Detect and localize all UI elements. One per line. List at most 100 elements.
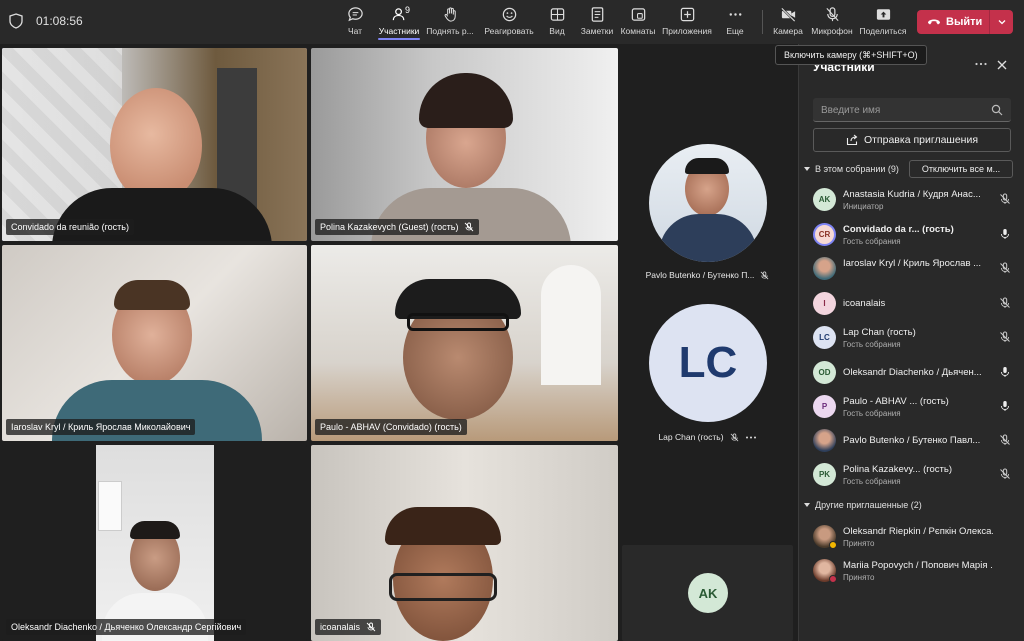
tile-name-text: Convidado da reunião (гость) <box>11 222 129 232</box>
react-button[interactable]: Реагировать <box>484 6 534 40</box>
search-icon <box>991 104 1003 116</box>
avatar-photo <box>813 257 836 280</box>
other-invitees-label: Другие приглашенные (2) <box>815 500 922 510</box>
participant-glasses <box>407 313 509 331</box>
panel-more-button[interactable] <box>974 58 988 73</box>
mic-off-icon <box>366 622 376 632</box>
participant-row[interactable]: AK Anastasia Kudria / Кудря Анас... Иниц… <box>813 183 1018 217</box>
other-invitees-section-header[interactable]: Другие приглашенные (2) <box>803 500 922 510</box>
participant-row[interactable]: CR Convidado da r... (гость) Гость собра… <box>813 218 1018 252</box>
search-input[interactable] <box>821 102 981 118</box>
microphone-button[interactable]: Микрофон <box>811 6 853 40</box>
more-options-icon[interactable] <box>745 433 757 442</box>
close-icon[interactable] <box>995 58 1009 72</box>
in-meeting-section-header[interactable]: В этом собрании (9) <box>803 164 899 174</box>
view-icon <box>550 8 564 21</box>
status-busy-icon <box>829 575 837 583</box>
participants-panel: Участники Отправка приглашения В этом со… <box>798 44 1024 641</box>
mic-off-icon <box>825 7 839 22</box>
avatar: LC <box>813 326 836 349</box>
rooms-icon <box>631 8 645 21</box>
more-button[interactable]: Еще <box>722 6 748 40</box>
participant-hair <box>130 521 180 539</box>
tile-name-text: icoanalais <box>320 622 361 632</box>
leave-label: Выйти <box>946 16 983 28</box>
participant-name: Lap Chan (гость) <box>843 327 916 338</box>
mic-off-icon <box>1000 331 1010 342</box>
lc-avatar: LC <box>649 304 767 422</box>
avatar: PK <box>813 463 836 486</box>
participant-role: Гость собрания <box>843 237 901 246</box>
mic-off-icon <box>1000 193 1010 204</box>
video-tile-icoanalais[interactable]: icoanalais <box>311 445 618 641</box>
view-label: Вид <box>549 26 565 36</box>
tile-name-text: Oleksandr Diachenko / Дьяченко Олександр… <box>11 622 242 632</box>
tile-name-label: Convidado da reunião (гость) <box>6 219 134 235</box>
side-tile-anastasia[interactable]: AK <box>622 545 793 641</box>
leave-button[interactable]: Выйти <box>917 15 989 29</box>
notes-button[interactable]: Заметки <box>580 6 614 40</box>
participant-name: icoanalais <box>843 298 886 309</box>
apps-button[interactable]: Приложения <box>662 6 712 40</box>
share-label: Поделиться <box>859 26 907 36</box>
participant-row[interactable]: Iaroslav Kryl / Криль Ярослав ... <box>813 252 1018 286</box>
avatar: P <box>813 395 836 418</box>
participant-role: Гость собрания <box>843 477 901 486</box>
avatar-photo <box>813 429 836 452</box>
mic-off-icon <box>730 432 738 441</box>
participant-row[interactable]: I icoanalais <box>813 287 1018 321</box>
avatar: OD <box>813 361 836 384</box>
side-tile-lap-chan[interactable]: LC Lap Chan (гость) <box>622 300 793 450</box>
video-tile-convidado[interactable]: Convidado da reunião (гость) <box>2 48 307 241</box>
participant-row[interactable]: PK Polina Kazakevy... (гость) Гость собр… <box>813 458 1018 492</box>
participants-button[interactable]: 9 Участники <box>378 5 420 40</box>
mic-on-icon <box>1001 367 1009 377</box>
mute-all-button[interactable]: Отключить все м... <box>909 160 1013 178</box>
participant-face <box>110 88 202 203</box>
view-button[interactable]: Вид <box>544 6 570 40</box>
mic-off-icon <box>761 270 769 279</box>
participant-row[interactable]: P Paulo - ABHAV ... (гость) Гость собран… <box>813 390 1018 424</box>
participant-row[interactable]: LC Lap Chan (гость) Гость собрания <box>813 321 1018 355</box>
video-tile-polina[interactable]: Polina Kazakevych (Guest) (гость) <box>311 48 618 241</box>
tile-name-text: Paulo - ABHAV (Convidado) (гость) <box>320 422 462 432</box>
invite-label: Отправка приглашения <box>863 134 979 146</box>
meeting-timer: 01:08:56 <box>36 14 83 28</box>
participant-name: Paulo - ABHAV ... (гость) <box>843 396 949 407</box>
participants-label: Участники <box>378 26 420 36</box>
participant-glasses <box>389 573 497 601</box>
participant-row[interactable]: Pavlo Butenko / Бутенко Павл... <box>813 424 1018 458</box>
video-tile-paulo[interactable]: Paulo - ABHAV (Convidado) (гость) <box>311 245 618 441</box>
video-tile-oleksandr[interactable]: Oleksandr Diachenko / Дьяченко Олександр… <box>2 445 307 641</box>
participant-role: Гость собрания <box>843 409 901 418</box>
rooms-button[interactable]: Комнаты <box>620 6 656 40</box>
invitee-name: Oleksandr Riepkin / Рєпкін Олекса... <box>843 526 993 537</box>
in-meeting-label: В этом собрании (9) <box>815 164 899 174</box>
send-invitation-button[interactable]: Отправка приглашения <box>813 128 1011 152</box>
invitee-status: Принято <box>843 573 875 582</box>
share-button[interactable]: Поделиться <box>859 6 907 40</box>
participant-name: Polina Kazakevy... (гость) <box>843 464 953 475</box>
tile-name-label: icoanalais <box>315 619 382 635</box>
side-tile-pavlo[interactable]: Pavlo Butenko / Бутенко П... <box>622 110 793 290</box>
leave-options-button[interactable] <box>990 17 1013 27</box>
avatar: AK <box>813 188 836 211</box>
smile-icon <box>502 7 516 22</box>
invitee-name: Mariia Popovych / Попович Марія ... <box>843 560 993 571</box>
tile-name-text: Iaroslav Kryl / Криль Ярослав Миколайови… <box>11 422 191 432</box>
invitee-row[interactable]: Oleksandr Riepkin / Рєпкін Олекса... При… <box>813 520 1018 554</box>
avatar: CR <box>813 223 836 246</box>
video-tile-iaroslav[interactable]: Iaroslav Kryl / Криль Ярослав Миколайови… <box>2 245 307 441</box>
chat-button[interactable]: Чат <box>340 6 370 40</box>
invitee-row[interactable]: Mariia Popovych / Попович Марія ... Прин… <box>813 554 1018 588</box>
participant-name: Pavlo Butenko / Бутенко Павл... <box>843 435 981 446</box>
participant-count-badge: 9 <box>405 5 411 15</box>
more-icon <box>975 62 987 66</box>
mic-on-icon <box>1001 401 1009 411</box>
tile-name-text: Polina Kazakevych (Guest) (гость) <box>320 222 459 232</box>
leave-button-group: Выйти <box>917 10 1013 34</box>
participant-row[interactable]: OD Oleksandr Diachenko / Дьячен... <box>813 356 1018 390</box>
microphone-label: Микрофон <box>811 26 853 36</box>
raise-hand-button[interactable]: Поднять р... <box>426 6 474 40</box>
camera-button[interactable]: Камера <box>772 6 804 40</box>
